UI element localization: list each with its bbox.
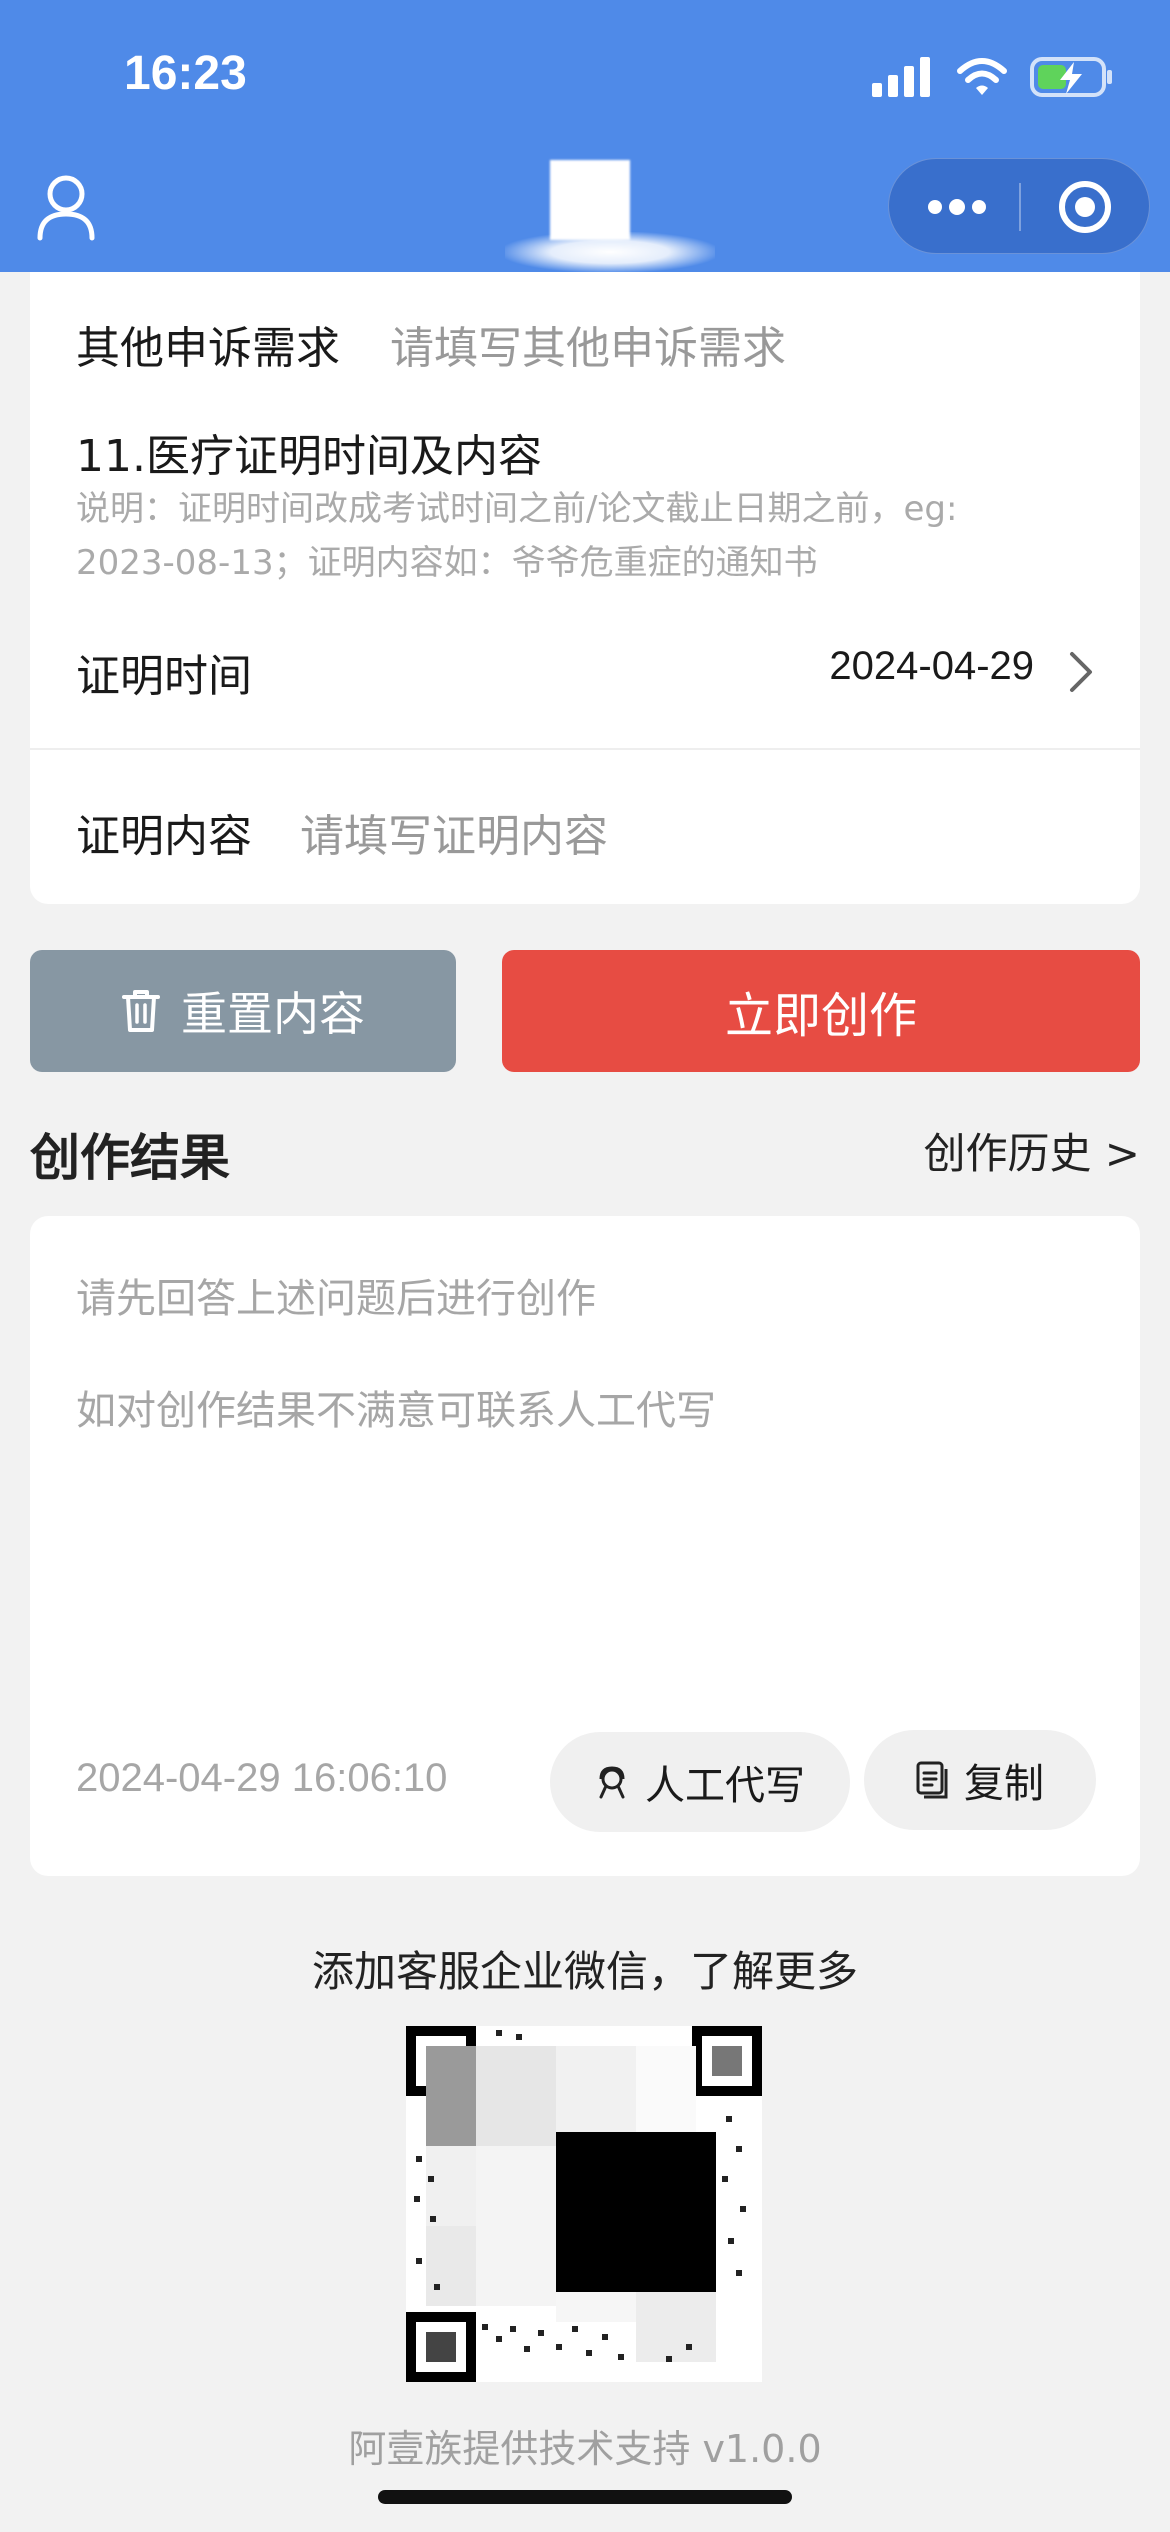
target-icon[interactable] [1057,179,1113,235]
result-timestamp: 2024-04-29 16:06:10 [76,1756,448,1800]
copy-label: 复制 [964,1761,1044,1807]
more-icon[interactable] [927,195,987,219]
status-time: 16:23 [124,47,247,100]
other-appeal-label: 其他申诉需求 [76,323,340,374]
proof-time-value: 2024-04-29 [829,644,1034,688]
contact-service-text: 添加客服企业微信，了解更多 [311,1947,858,1996]
user-icon[interactable] [36,172,96,242]
section-11-title: 11.医疗证明时间及内容 [76,431,542,482]
reset-button-label: 重置内容 [181,987,365,1041]
capsule-divider [1019,183,1021,231]
human-write-button[interactable]: 人工代写 [550,1732,850,1832]
battery-icon [1030,57,1112,97]
proof-content-label: 证明内容 [76,811,252,862]
other-appeal-input[interactable]: 请填写其他申诉需求 [390,312,786,376]
signal-icon [872,57,930,97]
human-write-label: 人工代写 [645,1763,805,1809]
proof-time-row[interactable]: 证明时间 2024-04-29 [30,622,1140,722]
tech-support-text: 阿壹族提供技术支持 v1.0.0 [348,2427,822,2471]
result-card: 请先回答上述问题后进行创作 如对创作结果不满意可联系人工代写 2024-04-2… [30,1216,1140,1876]
history-link[interactable]: 创作历史 > [923,1120,1140,1181]
row-divider [30,748,1140,750]
copy-button[interactable]: 复制 [864,1730,1096,1830]
proof-time-label: 证明时间 [76,651,252,702]
proof-content-input[interactable]: 请填写证明内容 [300,800,608,864]
create-button-label: 立即创作 [724,988,917,1044]
wecom-qr-code [406,2026,762,2382]
status-icons [872,52,1114,102]
form-card: 其他申诉需求 请填写其他申诉需求 11.医疗证明时间及内容 说明：证明时间改成考… [30,272,1140,904]
result-hint-line2: 如对创作结果不满意可联系人工代写 [76,1388,716,1434]
person-headset-icon [599,1766,625,1799]
result-hint-line1: 请先回答上述问题后进行创作 [76,1276,596,1322]
copy-icon [916,1761,948,1799]
create-now-button[interactable]: 立即创作 [502,950,1140,1072]
app-header: 16:23 [0,0,1170,272]
trash-icon [122,990,160,1032]
reset-button[interactable]: 重置内容 [30,950,456,1072]
nav-title-redaction [550,160,630,240]
nav-title-blur [505,232,715,272]
section-11-note-line1: 说明：证明时间改成考试时间之前/论文截止日期之前，eg: [76,489,958,529]
result-section-title: 创作结果 [30,1129,230,1187]
wifi-icon [957,58,1007,95]
mini-program-capsule[interactable] [888,158,1150,254]
section-11-note-line2: 2023-08-13；证明内容如：爷爷危重症的通知书 [76,543,818,583]
home-indicator[interactable] [378,2490,792,2504]
chevron-right-icon [1070,652,1092,692]
